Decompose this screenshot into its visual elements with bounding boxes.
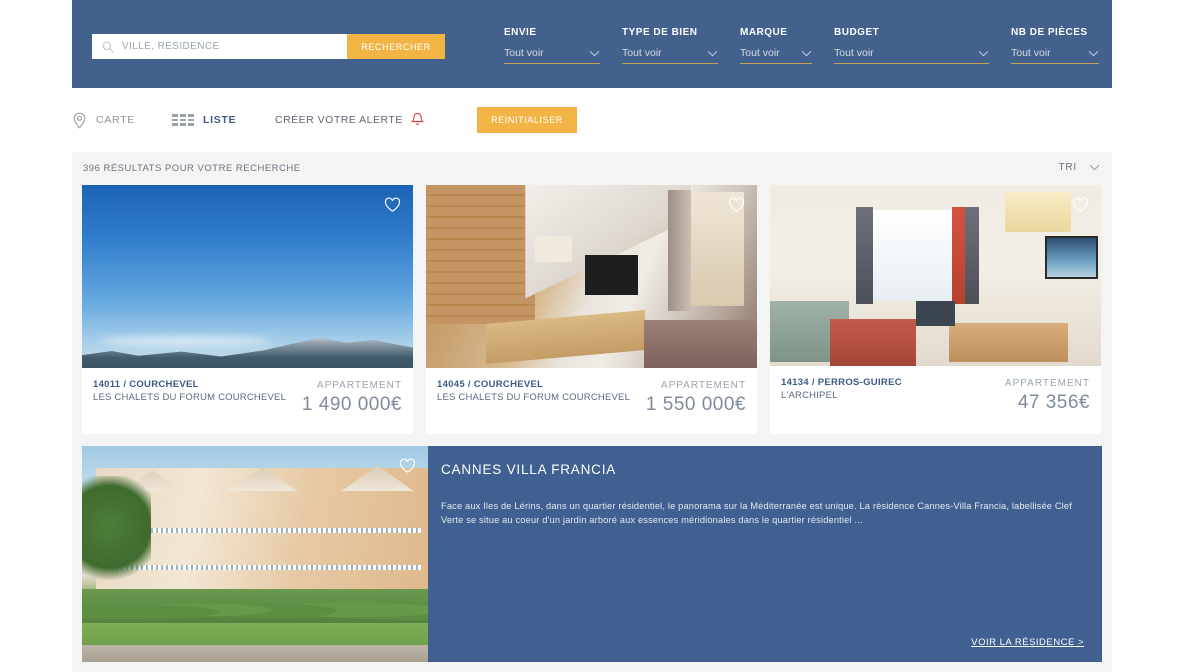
- grid-icon: [172, 114, 194, 126]
- property-info: 14045 / COURCHEVEL LES CHALETS DU FORUM …: [426, 368, 757, 434]
- property-info: 14134 / PERROS-GUIREC L'ARCHIPEL APPARTE…: [770, 366, 1101, 432]
- filter-marque: MARQUE Tout voir: [740, 27, 812, 64]
- image-chalet-interior: [426, 185, 757, 368]
- filter-nb-de-pieces: NB DE PIÈCES Tout voir: [1011, 27, 1099, 64]
- map-pin-icon: [73, 112, 86, 129]
- filter-type-de-bien-value: Tout voir: [622, 47, 662, 59]
- filter-nb-de-pieces-select[interactable]: Tout voir: [1011, 43, 1099, 64]
- heart-icon[interactable]: [399, 458, 416, 474]
- view-toggle-carte[interactable]: CARTE: [72, 108, 135, 132]
- property-price: 1 490 000€: [301, 394, 402, 415]
- chevron-down-icon: [589, 50, 600, 56]
- filter-nb-de-pieces-value: Tout voir: [1011, 47, 1051, 59]
- image-living-room: [770, 185, 1101, 366]
- filter-type-de-bien: TYPE DE BIEN Tout voir: [622, 27, 718, 64]
- heart-icon[interactable]: [728, 197, 745, 213]
- featured-details: CANNES VILLA FRANCIA Face aux Iles de Lé…: [428, 446, 1102, 662]
- property-image: [770, 185, 1101, 366]
- sort-label: TRI: [1058, 162, 1077, 173]
- results-header: 396 RÉSULTATS POUR VOTRE RECHERCHE TRI: [72, 152, 1112, 185]
- bell-icon: [410, 112, 424, 126]
- filter-budget-select[interactable]: Tout voir: [834, 43, 989, 64]
- filter-budget: BUDGET Tout voir: [834, 27, 989, 64]
- image-mountain-sky: [82, 185, 413, 368]
- reset-filters-button[interactable]: REINITIALISER: [477, 107, 577, 133]
- property-info: 14011 / COURCHEVEL LES CHALETS DU FORUM …: [82, 368, 413, 434]
- chevron-down-icon: [1089, 164, 1100, 171]
- filter-group: ENVIE Tout voir TYPE DE BIEN Tout voir M…: [504, 27, 1099, 64]
- filter-type-de-bien-label: TYPE DE BIEN: [622, 27, 698, 38]
- property-price: 47 356€: [1017, 392, 1090, 413]
- property-image: [426, 185, 757, 368]
- featured-description: Face aux Iles de Lérins, dans un quartie…: [441, 501, 1072, 525]
- filter-marque-label: MARQUE: [740, 27, 788, 38]
- filter-envie: ENVIE Tout voir: [504, 27, 600, 64]
- view-residence-link[interactable]: VOIR LA RÉSIDENCE >: [971, 637, 1084, 648]
- featured-title: CANNES VILLA FRANCIA: [441, 462, 617, 477]
- image-villa-exterior: [82, 446, 428, 662]
- results-grid: 14011 / COURCHEVEL LES CHALETS DU FORUM …: [82, 185, 1102, 434]
- property-type: APPARTEMENT: [316, 380, 402, 391]
- create-alert-button[interactable]: CRÉER VOTRE ALERTE: [275, 108, 424, 132]
- view-toggle-carte-label: CARTE: [96, 114, 135, 126]
- view-toolbar: CARTE LISTE CRÉER VOTRE ALERTE REINITIAL…: [72, 100, 1112, 140]
- filter-nb-de-pieces-label: NB DE PIÈCES: [1011, 27, 1088, 38]
- heart-icon[interactable]: [1072, 197, 1089, 213]
- property-type: APPARTEMENT: [660, 380, 746, 391]
- property-card[interactable]: 14134 / PERROS-GUIREC L'ARCHIPEL APPARTE…: [770, 185, 1101, 434]
- heart-icon[interactable]: [384, 197, 401, 213]
- chevron-down-icon: [978, 50, 989, 56]
- filter-marque-value: Tout voir: [740, 47, 780, 59]
- search-input[interactable]: [122, 41, 332, 52]
- search-results-page: RECHERCHER ENVIE Tout voir TYPE DE BIEN …: [0, 0, 1200, 672]
- property-card[interactable]: 14011 / COURCHEVEL LES CHALETS DU FORUM …: [82, 185, 413, 434]
- featured-image: [82, 446, 428, 662]
- results-container: 396 RÉSULTATS POUR VOTRE RECHERCHE TRI 1…: [72, 152, 1112, 672]
- search-icon: [102, 41, 114, 53]
- search-bar: RECHERCHER: [92, 34, 445, 59]
- featured-residence-card[interactable]: CANNES VILLA FRANCIA Face aux Iles de Lé…: [82, 446, 1102, 662]
- property-price: 1 550 000€: [645, 394, 746, 415]
- filter-marque-select[interactable]: Tout voir: [740, 43, 812, 64]
- filter-envie-select[interactable]: Tout voir: [504, 43, 600, 64]
- filter-envie-label: ENVIE: [504, 27, 537, 38]
- search-button[interactable]: RECHERCHER: [347, 34, 445, 59]
- chevron-down-icon: [801, 50, 812, 56]
- sort-dropdown[interactable]: TRI: [1058, 162, 1100, 173]
- filter-type-de-bien-select[interactable]: Tout voir: [622, 43, 718, 64]
- results-count: 396 RÉSULTATS POUR VOTRE RECHERCHE: [83, 163, 301, 174]
- filter-budget-value: Tout voir: [834, 47, 874, 59]
- view-toggle-liste[interactable]: LISTE: [172, 108, 236, 132]
- property-image: [82, 185, 413, 368]
- view-toggle-liste-label: LISTE: [203, 114, 237, 126]
- property-type: APPARTEMENT: [1004, 378, 1090, 389]
- create-alert-label: CRÉER VOTRE ALERTE: [275, 114, 403, 126]
- filter-envie-value: Tout voir: [504, 47, 544, 59]
- property-card[interactable]: 14045 / COURCHEVEL LES CHALETS DU FORUM …: [426, 185, 757, 434]
- search-field[interactable]: [92, 34, 347, 59]
- chevron-down-icon: [1088, 50, 1099, 56]
- filter-budget-label: BUDGET: [834, 27, 880, 38]
- chevron-down-icon: [707, 50, 718, 56]
- search-header: RECHERCHER ENVIE Tout voir TYPE DE BIEN …: [72, 0, 1112, 88]
